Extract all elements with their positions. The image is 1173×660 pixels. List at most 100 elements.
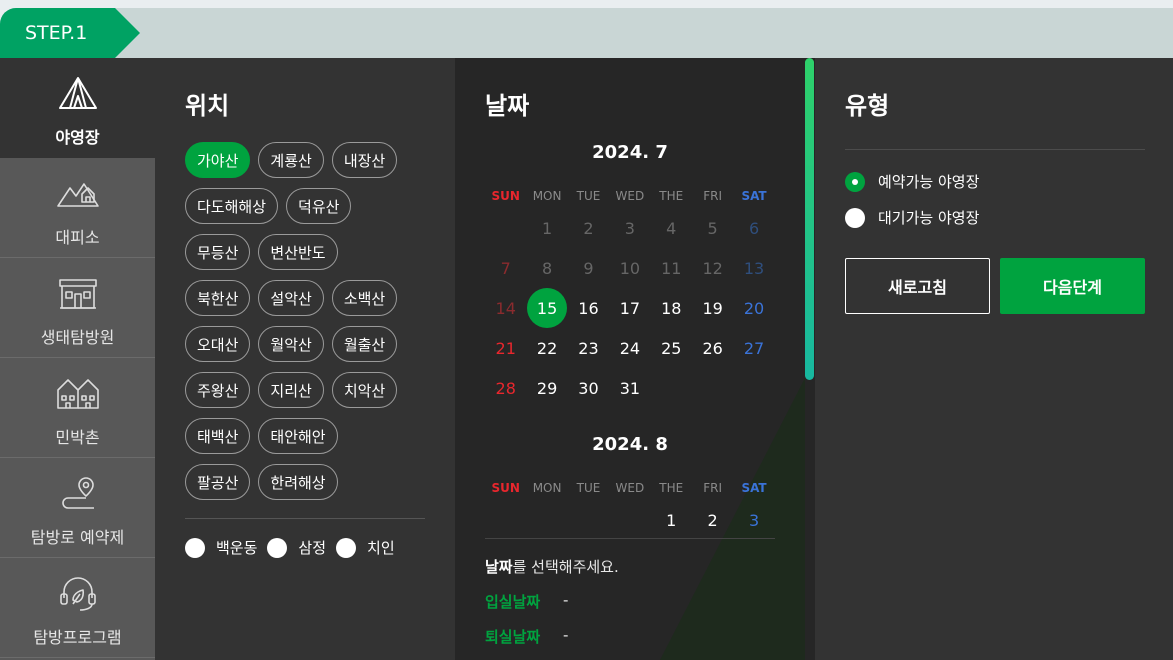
type-option-available[interactable]: 예약가능 야영장 (845, 171, 979, 192)
park-chip[interactable]: 태안해안 (258, 418, 338, 454)
calendar-day[interactable]: 22 (526, 328, 567, 368)
headset-leaf-icon (56, 574, 100, 614)
sidebar-item-campsite[interactable]: 야영장 (0, 58, 155, 158)
park-chip[interactable]: 북한산 (185, 280, 251, 316)
sidebar-item-trail-reservation[interactable]: 탐방로 예약제 (0, 458, 155, 558)
calendar-day[interactable]: 29 (526, 368, 567, 408)
type-option-label: 예약가능 야영장 (878, 173, 980, 191)
calendar-day[interactable]: 27 (733, 328, 774, 368)
divider (485, 538, 775, 539)
calendar-day: 5 (707, 218, 718, 238)
scrollbar-thumb[interactable] (805, 58, 814, 380)
calendar-day[interactable]: 1 (651, 500, 692, 538)
park-chip[interactable]: 팔공산 (185, 464, 251, 500)
park-chip[interactable]: 계룡산 (258, 142, 324, 178)
calendar-day[interactable]: 25 (651, 328, 692, 368)
radio-circle[interactable] (185, 537, 205, 558)
sidebar-item-eco-center[interactable]: 생태탐방원 (0, 258, 155, 358)
calendar-day[interactable]: 16 (568, 288, 609, 328)
calendar-day: 9 (583, 258, 594, 278)
calendar-day[interactable]: 19 (692, 288, 733, 328)
calendar-day[interactable]: 30 (568, 368, 609, 408)
calendar-day[interactable]: 24 (609, 328, 650, 368)
park-chip[interactable]: 치악산 (331, 372, 398, 408)
radio-circle[interactable] (336, 537, 357, 558)
radio-circle[interactable] (845, 171, 865, 192)
calendar-month-title: 2024. 7 (592, 142, 668, 163)
sub-area-label: 백운동 (216, 539, 258, 557)
radio-circle[interactable] (845, 207, 865, 228)
calendar-scroll[interactable]: 2024. 7 SUN MON TUE WED THE FRI SAT 1 2 3 4 5 6 7 8 9 10 1… (485, 138, 775, 538)
checkin-value: - (563, 591, 569, 609)
sub-area-radio[interactable]: 삼정 (267, 537, 326, 558)
month-gap (485, 408, 775, 430)
divider (185, 518, 425, 519)
calendar-day[interactable]: 20 (733, 288, 774, 328)
calendar-day[interactable]: 21 (485, 328, 526, 368)
sidebar-item-label: 탐방프로그램 (33, 628, 122, 647)
park-chip[interactable]: 한려해상 (258, 464, 338, 500)
calendar-day[interactable]: 23 (568, 328, 609, 368)
park-chip[interactable]: 주왕산 (185, 372, 251, 408)
calendar-day: 12 (702, 258, 723, 278)
calendar-day[interactable]: 28 (485, 368, 526, 408)
park-chip[interactable]: 월출산 (331, 326, 398, 362)
park-chip[interactable]: 오대산 (185, 326, 251, 362)
sidebar-item-village[interactable]: 민박촌 (0, 358, 155, 458)
weekday-label: SUN (491, 481, 520, 495)
sidebar-item-shelter[interactable]: 대피소 (0, 158, 155, 258)
sidebar-item-program[interactable]: 탐방프로그램 (0, 558, 155, 658)
next-step-button[interactable]: 다음단계 (1000, 258, 1145, 314)
calendar-day[interactable]: 3 (733, 500, 774, 538)
sub-area-radio[interactable]: 백운동 (185, 537, 257, 558)
divider (845, 149, 1145, 150)
calendar-day[interactable]: 15 (526, 288, 568, 328)
date-summary: 날짜를 선택해주세요. 입실날짜 - 퇴실날짜 - (485, 556, 619, 647)
sub-area-radio[interactable]: 치인 (336, 537, 395, 558)
park-chip[interactable]: 내장산 (331, 142, 398, 178)
weekday-header: SUN MON TUE WED THE FRI SAT (485, 476, 775, 500)
sub-area-radios: 백운동 삼정 치인 (185, 537, 405, 558)
refresh-button[interactable]: 새로고침 (845, 258, 990, 314)
park-chip[interactable]: 다도해해상 (185, 188, 279, 224)
radio-circle[interactable] (267, 537, 288, 558)
calendar-day[interactable]: 26 (692, 328, 733, 368)
calendar-day: 6 (748, 218, 760, 238)
park-chip[interactable]: 월악산 (258, 326, 324, 362)
weekday-label: WED (615, 189, 645, 203)
calendar-day[interactable]: 17 (609, 288, 650, 328)
calendar-day[interactable]: 18 (651, 288, 692, 328)
weekday-label: FRI (703, 189, 723, 203)
calendar-grid: 1 2 3 4 5 6 7 8 9 10 11 12 13 14 15 16 17 18 19 20 21 22 23 24 2… (485, 208, 775, 408)
village-icon (56, 374, 100, 414)
calendar-day[interactable]: 31 (609, 368, 650, 408)
calendar-day: 3 (624, 218, 635, 238)
sidebar-item-label: 생태탐방원 (40, 328, 115, 347)
sub-area-label: 치인 (367, 539, 395, 557)
park-chip[interactable]: 설악산 (258, 280, 324, 316)
sidebar-item-label: 탐방로 예약제 (30, 528, 125, 547)
park-chip[interactable]: 변산반도 (258, 234, 338, 270)
type-option-waitlist[interactable]: 대기가능 야영장 (845, 207, 979, 228)
park-chip[interactable]: 가야산 (185, 142, 251, 178)
park-chip[interactable]: 소백산 (331, 280, 398, 316)
park-chip[interactable]: 덕유산 (286, 188, 352, 224)
tent-icon (56, 74, 100, 114)
park-chip[interactable]: 무등산 (185, 234, 251, 270)
date-title: 날짜 (485, 92, 530, 120)
calendar-day: 1 (541, 218, 553, 238)
date-prompt: 날짜를 선택해주세요. (485, 558, 619, 576)
calendar-day[interactable]: 2 (692, 500, 733, 538)
calendar-empty-cell (651, 368, 692, 408)
sub-area-label: 삼정 (298, 539, 327, 557)
calendar-day: 14 (495, 298, 516, 318)
park-chip[interactable]: 태백산 (185, 418, 251, 454)
calendar-month-title: 2024. 8 (592, 434, 668, 455)
checkin-label: 입실날짜 (485, 593, 541, 611)
calendar-empty-cell (485, 500, 526, 538)
weekday-label: TUE (576, 189, 601, 203)
weekday-label: TUE (576, 481, 601, 495)
park-chip[interactable]: 지리산 (258, 372, 324, 408)
sidebar-item-label: 대피소 (55, 228, 100, 247)
weekday-label: THE (659, 481, 684, 495)
